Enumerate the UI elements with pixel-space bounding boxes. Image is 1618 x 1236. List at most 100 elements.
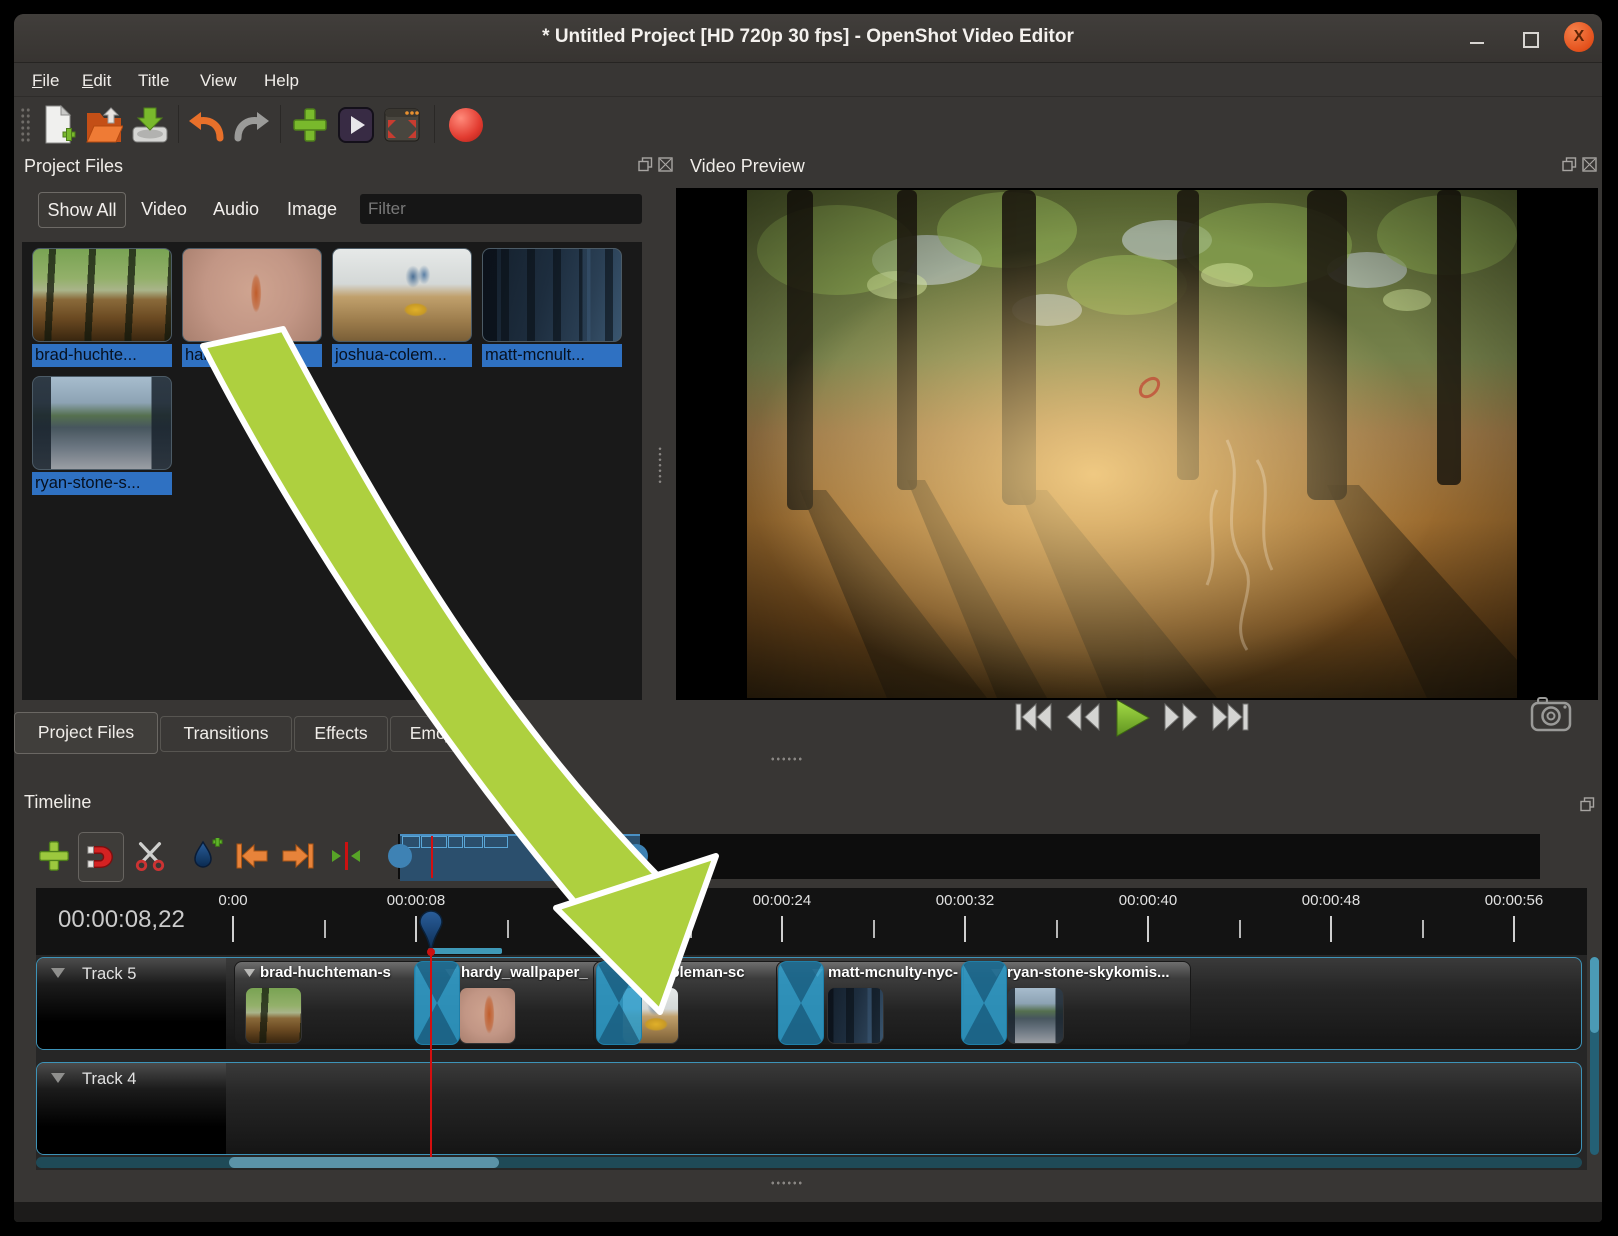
file-item-ryan[interactable]: ryan-stone-s... — [32, 376, 172, 495]
filter-image[interactable]: Image — [282, 192, 342, 226]
add-track-icon — [38, 840, 70, 872]
filter-audio[interactable]: Audio — [208, 192, 264, 226]
clip-chevron-icon[interactable] — [243, 968, 256, 978]
timeline-panel-title: Timeline — [24, 792, 91, 813]
clip-thumbnail — [245, 987, 302, 1044]
chevron-down-icon[interactable] — [49, 966, 67, 980]
scrollbar-handle[interactable] — [229, 1157, 499, 1168]
zoom-slider-right-handle[interactable] — [624, 844, 648, 868]
file-thumbnail — [182, 248, 322, 342]
title-bar[interactable]: * Untitled Project [HD 720p 30 fps] - Op… — [14, 14, 1602, 63]
float-panel-icon[interactable] — [638, 157, 653, 172]
save-project-icon — [131, 105, 169, 145]
transition-icon — [962, 962, 1006, 1044]
rewind-button[interactable] — [1064, 702, 1108, 738]
menu-file[interactable]: File — [26, 69, 65, 93]
transition-icon — [415, 962, 459, 1044]
close-button[interactable]: X — [1564, 22, 1592, 50]
menu-help[interactable]: Help — [258, 69, 305, 93]
fullscreen-button[interactable] — [382, 103, 422, 147]
timeline-horizontal-scrollbar[interactable] — [36, 1157, 1582, 1168]
menu-title[interactable]: Title — [132, 69, 176, 93]
save-frame-button[interactable] — [1530, 696, 1574, 732]
export-video-button[interactable] — [446, 103, 486, 147]
jump-to-start-icon — [1014, 702, 1054, 732]
track-name: Track 4 — [82, 1070, 136, 1089]
slider-playhead — [431, 836, 433, 878]
undo-button[interactable] — [186, 103, 226, 147]
redo-button[interactable] — [232, 103, 272, 147]
float-panel-icon[interactable] — [1562, 157, 1577, 172]
menu-edit[interactable]: Edit — [76, 69, 117, 93]
new-project-button[interactable] — [38, 103, 78, 147]
filter-input[interactable] — [360, 194, 642, 224]
jump-to-start-button[interactable] — [1014, 702, 1058, 738]
choose-profile-button[interactable] — [336, 103, 376, 147]
file-label: brad-huchte... — [32, 344, 172, 367]
import-files-icon — [292, 107, 328, 143]
file-item-hardy[interactable]: hardy_wallpa... — [182, 248, 322, 367]
play-icon — [1112, 698, 1152, 738]
tab-emojis[interactable]: Emojis — [390, 716, 482, 752]
save-project-button[interactable] — [130, 103, 170, 147]
tab-project-files[interactable]: Project Files — [14, 712, 158, 754]
playhead-marker[interactable] — [418, 910, 444, 958]
file-label: joshua-colem... — [332, 344, 472, 367]
play-button[interactable] — [1112, 698, 1156, 734]
file-thumbnail — [32, 376, 172, 470]
main-toolbar — [14, 97, 1602, 152]
track-5-header[interactable]: Track 5 — [37, 958, 226, 1049]
jump-to-end-button[interactable] — [1210, 702, 1254, 738]
open-project-button[interactable] — [84, 103, 124, 147]
center-playhead-button[interactable] — [326, 832, 366, 880]
snapping-toggle[interactable] — [78, 832, 124, 882]
razor-tool-button[interactable] — [130, 832, 170, 880]
close-panel-icon[interactable] — [1582, 157, 1597, 172]
track-4-header[interactable]: Track 4 — [37, 1063, 226, 1154]
filter-video[interactable]: Video — [136, 192, 192, 226]
import-files-button[interactable] — [290, 103, 330, 147]
track-4[interactable]: Track 4 — [36, 1062, 1582, 1155]
timeline-viewport[interactable]: 00:00:08,22 0:00 00:00:08 00:00:16 00:00… — [36, 888, 1587, 1170]
menu-view[interactable]: View — [194, 69, 243, 93]
close-panel-icon[interactable] — [658, 157, 673, 172]
transition[interactable] — [961, 961, 1007, 1045]
tab-effects[interactable]: Effects — [294, 716, 388, 752]
filter-show-all[interactable]: Show All — [38, 192, 126, 228]
playhead-line — [430, 952, 432, 1168]
file-item-brad[interactable]: brad-huchte... — [32, 248, 172, 367]
add-track-button[interactable] — [34, 832, 74, 880]
next-marker-button[interactable] — [278, 832, 318, 880]
minimize-button[interactable] — [1464, 24, 1492, 52]
video-preview-panel-title: Video Preview — [690, 156, 805, 177]
clip-thumbnail — [459, 987, 516, 1044]
panel-splitter-handle[interactable] — [770, 756, 804, 762]
video-preview-screen[interactable] — [676, 188, 1598, 700]
panel-splitter-handle[interactable] — [770, 1180, 804, 1186]
project-files-panel-title: Project Files — [24, 156, 123, 177]
transition[interactable] — [778, 961, 824, 1045]
panel-splitter-handle[interactable] — [657, 446, 663, 486]
float-panel-icon[interactable] — [1580, 797, 1595, 812]
timeline-vertical-scrollbar[interactable] — [1590, 957, 1599, 1155]
transition[interactable] — [596, 961, 642, 1045]
transition[interactable] — [414, 961, 460, 1045]
add-marker-icon — [188, 838, 224, 874]
timeline-zoom-slider[interactable] — [398, 834, 1540, 879]
toolbar-grip-handle[interactable] — [20, 107, 31, 143]
minimize-icon — [1470, 42, 1484, 44]
project-files-list[interactable]: brad-huchte... hardy_wallpa... joshua-co… — [22, 242, 642, 700]
file-item-matt[interactable]: matt-mcnult... — [482, 248, 622, 367]
track-5[interactable]: Track 5 brad-huchteman-s hardy_wallpaper… — [36, 957, 1582, 1050]
rewind-icon — [1064, 702, 1102, 732]
add-marker-button[interactable] — [186, 832, 226, 880]
open-project-icon — [85, 105, 123, 145]
tab-transitions[interactable]: Transitions — [160, 716, 292, 752]
timeline-ruler[interactable]: 00:00:08,22 0:00 00:00:08 00:00:16 00:00… — [36, 888, 1587, 955]
zoom-slider-left-handle[interactable] — [388, 844, 412, 868]
chevron-down-icon[interactable] — [49, 1071, 67, 1085]
fast-forward-button[interactable] — [1162, 702, 1206, 738]
file-item-joshua[interactable]: joshua-colem... — [332, 248, 472, 367]
previous-marker-button[interactable] — [232, 832, 272, 880]
maximize-button[interactable] — [1516, 24, 1544, 52]
